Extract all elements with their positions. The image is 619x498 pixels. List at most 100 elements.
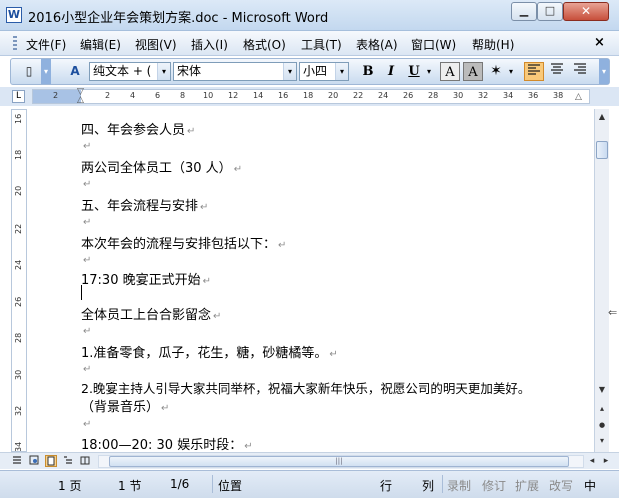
- status-overtype[interactable]: 改写: [549, 477, 573, 494]
- status-extend[interactable]: 扩展: [515, 477, 539, 494]
- document-close-icon[interactable]: ×: [594, 35, 605, 50]
- align-right-icon: [574, 63, 586, 74]
- scroll-up-button[interactable]: ▲: [595, 109, 609, 125]
- vertical-scroll-thumb[interactable]: [596, 141, 608, 159]
- menu-window[interactable]: 窗口(W): [411, 36, 456, 53]
- font-size-combo[interactable]: 小四 ▾: [299, 62, 349, 81]
- ruler-number: 10: [203, 91, 214, 100]
- status-column: 列: [422, 479, 435, 493]
- ruler-number: 34: [503, 91, 514, 100]
- normal-view-button[interactable]: [11, 455, 23, 467]
- tab-stop-selector[interactable]: L: [12, 90, 25, 103]
- right-indent-marker[interactable]: △: [575, 92, 582, 102]
- vruler-number: 18: [14, 149, 23, 160]
- print-layout-icon: [47, 456, 55, 466]
- toolbar-options-chevron[interactable]: ▾: [41, 59, 51, 84]
- vruler-number: 30: [14, 369, 23, 380]
- horizontal-ruler: L 2 ▽ △ 2 4 6 8 10 12 14 16 18 20 22 24 …: [0, 87, 619, 106]
- chevron-down-icon[interactable]: ▾: [157, 63, 170, 80]
- previous-page-button[interactable]: ▴: [595, 401, 609, 417]
- align-center-button[interactable]: [547, 62, 567, 81]
- print-layout-button[interactable]: [45, 455, 57, 467]
- chevron-down-icon[interactable]: ▾: [283, 63, 296, 80]
- menu-insert[interactable]: 插入(I): [191, 36, 228, 53]
- toolbar-overflow-chevron[interactable]: ▾: [599, 59, 609, 84]
- character-scale-icon[interactable]: ✶: [486, 62, 506, 81]
- align-left-button[interactable]: [524, 62, 544, 81]
- status-bar: 1 页 1 节 1/6 位置 行 列 录制 修订 扩展 改写 中: [0, 470, 619, 498]
- doc-line: ↵: [83, 179, 92, 190]
- horizontal-scrollbar[interactable]: |||: [98, 455, 584, 468]
- ruler-number: 38: [553, 91, 564, 100]
- underline-dropdown-icon[interactable]: ▾: [424, 62, 434, 81]
- align-center-icon: [551, 63, 563, 74]
- styles-pane-icon[interactable]: A: [65, 62, 85, 81]
- reading-view-icon: [80, 456, 90, 465]
- doc-line: ↵: [83, 141, 92, 152]
- close-button[interactable]: ✕: [563, 2, 609, 21]
- font-color-button[interactable]: A: [440, 62, 460, 81]
- next-page-button[interactable]: ▾: [595, 433, 609, 449]
- new-document-icon[interactable]: ▯: [19, 62, 39, 81]
- browse-object-button[interactable]: ●: [595, 417, 609, 433]
- ruler-number: 6: [155, 91, 161, 100]
- font-combo[interactable]: 宋体 ▾: [173, 62, 297, 81]
- bold-button[interactable]: B: [358, 62, 378, 81]
- maximize-button[interactable]: □: [537, 2, 563, 21]
- doc-line: 本次年会的流程与安排包括以下： ↵: [81, 237, 287, 252]
- status-section: 1 节: [118, 479, 142, 493]
- language-icon[interactable]: 中: [584, 477, 596, 494]
- status-divider: [212, 475, 213, 493]
- vruler-number: 26: [14, 296, 23, 307]
- scroll-down-button[interactable]: ▼: [595, 382, 609, 398]
- ruler-number: 32: [478, 91, 489, 100]
- doc-line: 四、年会参会人员 ↵: [81, 123, 196, 138]
- outline-view-button[interactable]: [62, 455, 74, 467]
- minimize-button[interactable]: ▁: [511, 2, 537, 21]
- underline-button[interactable]: U: [404, 62, 424, 81]
- word-app-icon[interactable]: W: [6, 7, 22, 23]
- ruler-number: 8: [180, 91, 186, 100]
- resize-arrow-icon[interactable]: ⇐: [608, 306, 617, 319]
- italic-button[interactable]: I: [381, 62, 401, 81]
- vruler-number: 16: [14, 113, 23, 124]
- status-record[interactable]: 录制: [447, 477, 471, 494]
- menu-help[interactable]: 帮助(H): [472, 36, 514, 53]
- align-right-button[interactable]: [570, 62, 590, 81]
- vertical-scrollbar[interactable]: ▲ ▼ ▴ ● ▾: [594, 109, 609, 452]
- web-view-button[interactable]: [28, 455, 40, 467]
- doc-line: 五、年会流程与安排 ↵: [81, 199, 209, 214]
- menu-view[interactable]: 视图(V): [135, 36, 177, 53]
- highlight-button[interactable]: A: [463, 62, 483, 81]
- style-combo-value: 纯文本 + (: [93, 64, 152, 78]
- scroll-right-button[interactable]: ▸: [600, 455, 612, 467]
- menu-edit[interactable]: 编辑(E): [80, 36, 121, 53]
- scale-dropdown-icon[interactable]: ▾: [506, 62, 516, 81]
- doc-line: 两公司全体员工（30 人） ↵: [81, 161, 243, 176]
- hanging-indent-marker[interactable]: △: [77, 95, 84, 105]
- vruler-number: 28: [14, 332, 23, 343]
- menu-file[interactable]: 文件(F): [26, 36, 66, 53]
- doc-line: （背景音乐） ↵: [81, 400, 170, 415]
- reading-view-button[interactable]: [79, 455, 91, 467]
- horizontal-scroll-thumb[interactable]: |||: [109, 456, 569, 467]
- menu-tools[interactable]: 工具(T): [301, 36, 342, 53]
- scroll-left-button[interactable]: ◂: [586, 455, 598, 467]
- title-bar: W 2016小型企业年会策划方案.doc - Microsoft Word ▁ …: [0, 0, 619, 31]
- status-revision[interactable]: 修订: [482, 477, 506, 494]
- menubar-grip[interactable]: [13, 36, 17, 52]
- chevron-down-icon[interactable]: ▾: [335, 63, 348, 80]
- doc-line: ↵: [83, 217, 92, 228]
- ruler-number: 20: [328, 91, 339, 100]
- vruler-number: 24: [14, 259, 23, 270]
- ruler-bar[interactable]: 2 ▽ △ 2 4 6 8 10 12 14 16 18 20 22 24 26…: [32, 87, 590, 105]
- style-combo[interactable]: 纯文本 + ( ▾: [89, 62, 171, 81]
- menu-format[interactable]: 格式(O): [243, 36, 286, 53]
- ruler-number: 2: [53, 91, 59, 100]
- document-page[interactable]: 四、年会参会人员 ↵ ↵ 两公司全体员工（30 人） ↵ ↵ 五、年会流程与安排 ↵ …: [33, 109, 593, 452]
- ruler-number: 4: [130, 91, 136, 100]
- ruler-number: 12: [228, 91, 239, 100]
- ruler-number: 36: [528, 91, 539, 100]
- status-page: 1 页: [58, 479, 82, 493]
- menu-table[interactable]: 表格(A): [356, 36, 398, 53]
